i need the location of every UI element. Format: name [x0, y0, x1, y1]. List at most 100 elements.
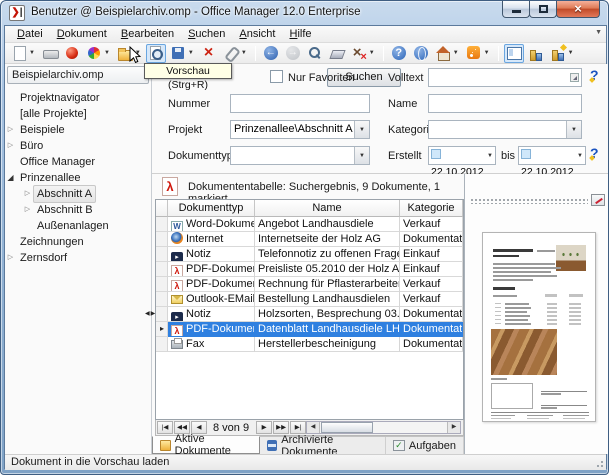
web-button[interactable]	[411, 44, 431, 63]
dropdown-arrow-icon[interactable]: ▼	[566, 50, 575, 56]
new-document-button[interactable]: ▼	[9, 44, 38, 63]
date-checkbox-icon[interactable]	[431, 149, 441, 159]
nav-last-button[interactable]: ▶|	[290, 421, 306, 434]
favorites-checkbox[interactable]	[270, 70, 283, 83]
tree-item-office-manager[interactable]: Office Manager	[5, 154, 151, 170]
erstellt-bis-datepicker[interactable]: 22.10.2012 ▼	[518, 146, 586, 165]
nummer-input[interactable]	[230, 94, 370, 113]
menu-item-dokument[interactable]: Dokument	[50, 27, 114, 42]
nav-first-button[interactable]: |◀	[157, 421, 173, 434]
search-button[interactable]	[305, 44, 325, 63]
maximize-button[interactable]	[529, 1, 557, 18]
delete-button[interactable]	[199, 44, 219, 63]
table-row[interactable]: λPDF-DokumentPreisliste 05.2010 der Holz…	[156, 262, 463, 277]
scrollbar-thumb[interactable]	[321, 422, 373, 433]
tree-item-au-enanlagen[interactable]: Außenanlagen	[5, 218, 151, 234]
table-row[interactable]: FaxHerstellerbescheinigungDokumentation	[156, 337, 463, 352]
sort-button[interactable]	[526, 44, 546, 63]
dokumenttyp-combobox[interactable]: ▼	[230, 146, 370, 165]
table-row[interactable]: λPDF-DokumentRechnung für Pflasterarbeit…	[156, 277, 463, 292]
menu-item-bearbeiten[interactable]: Bearbeiten	[114, 27, 181, 42]
table-row[interactable]: ▸NotizTelefonnotiz zu offenen FragenEink…	[156, 247, 463, 262]
tree-item-prinzenallee[interactable]: ◢Prinzenallee	[5, 170, 151, 186]
menu-item-ansicht[interactable]: Ansicht	[232, 27, 282, 42]
home-button[interactable]: ▼	[433, 44, 462, 63]
dropdown-arrow-icon[interactable]: ▼	[239, 50, 248, 56]
date-checkbox-icon[interactable]	[521, 149, 531, 159]
launch-button[interactable]	[62, 44, 82, 63]
horizontal-scrollbar[interactable]: ◀ ▶	[306, 421, 461, 434]
back-button[interactable]	[261, 44, 281, 63]
splitter-collapse-icon[interactable]: ◀▶	[145, 310, 156, 317]
tree-item-abschnitt-b[interactable]: ▷Abschnitt B	[5, 202, 151, 218]
scroll-right-icon[interactable]: ▶	[447, 422, 460, 433]
preview-button[interactable]	[146, 44, 166, 63]
projekt-combobox[interactable]: Prinzenallee\Abschnitt A ▼	[230, 120, 370, 139]
tree-item-abschnitt-a[interactable]: ▷Abschnitt A	[5, 186, 151, 202]
tree-item-zernsdorf[interactable]: ▷Zernsdorf	[5, 250, 151, 266]
dropdown-arrow-icon[interactable]: ▼	[186, 50, 195, 56]
dropdown-arrow-icon[interactable]: ▼	[102, 50, 111, 56]
pin-icon[interactable]	[591, 194, 605, 206]
table-row[interactable]: WWord-DokumentAngebot LandhausdieleVerka…	[156, 217, 463, 232]
menu-item-suchen[interactable]: Suchen	[181, 27, 232, 42]
chevron-down-icon[interactable]: ▼	[566, 121, 581, 138]
nav-next-page-button[interactable]: ▶▶	[273, 421, 289, 434]
kategorie-combobox[interactable]: ▼	[428, 120, 582, 139]
menu-overflow-icon[interactable]: ▼	[595, 29, 602, 36]
minimize-button[interactable]	[502, 1, 530, 18]
dropdown-arrow-icon[interactable]: ▼	[451, 50, 460, 56]
tree-expander-icon[interactable]: ▷	[5, 122, 16, 138]
tree-expander-icon[interactable]: ▷	[22, 202, 33, 218]
tree-item-beispiele[interactable]: ▷Beispiele	[5, 122, 151, 138]
tree-expander-icon[interactable]: ▷	[5, 138, 16, 154]
close-button[interactable]: ×	[556, 1, 600, 18]
dropdown-arrow-icon[interactable]: ▼	[482, 50, 491, 56]
resize-grip[interactable]	[594, 458, 604, 468]
chevron-down-icon[interactable]: ▼	[487, 147, 493, 165]
color-categories-button[interactable]: ▼	[84, 44, 113, 63]
help-button[interactable]	[389, 44, 409, 63]
layout-panels-button[interactable]	[504, 44, 524, 63]
volltext-input[interactable]	[428, 68, 582, 87]
tree-expander-icon[interactable]: ▷	[5, 250, 16, 266]
menu-item-datei[interactable]: Datei	[10, 27, 50, 42]
tab-archivierte-dokumente[interactable]: Archivierte Dokumente	[260, 437, 386, 454]
nav-next-button[interactable]: ▶	[256, 421, 272, 434]
remove-filter-button[interactable]: ▼	[349, 44, 378, 63]
volltext-options-icon[interactable]	[570, 73, 579, 82]
dropdown-arrow-icon[interactable]: ▼	[27, 50, 36, 56]
tree-item-b-ro[interactable]: ▷Büro	[5, 138, 151, 154]
help-icon[interactable]: ?	[590, 67, 604, 83]
archive-file-header[interactable]: Beispielarchiv.omp	[7, 66, 149, 84]
chevron-down-icon[interactable]: ▼	[577, 147, 583, 165]
name-input[interactable]	[428, 94, 582, 113]
attach-button[interactable]: ▼	[221, 44, 250, 63]
tree-root[interactable]: Projektnavigator	[5, 90, 151, 106]
clear-button[interactable]	[327, 44, 347, 63]
preview-splitter-grip[interactable]	[470, 198, 588, 204]
sort-options-button[interactable]: ▼	[548, 44, 577, 63]
chevron-down-icon[interactable]: ▼	[354, 121, 369, 138]
column-header-dokumenttyp[interactable]: Dokumenttyp	[168, 200, 255, 217]
chevron-down-icon[interactable]: ▼	[354, 147, 369, 164]
tree-item-zeichnungen[interactable]: Zeichnungen	[5, 234, 151, 250]
save-button[interactable]: ▼	[168, 44, 197, 63]
column-header-kategorie[interactable]: Kategorie	[400, 200, 463, 217]
tab-aktive-dokumente[interactable]: Aktive Dokumente	[152, 436, 260, 454]
table-row[interactable]: ▸NotizHolzsorten, Besprechung 03.07.2010…	[156, 307, 463, 322]
rss-feed-button[interactable]: ▼	[464, 44, 493, 63]
tab-aufgaben[interactable]: ✓Aufgaben	[386, 437, 464, 454]
table-row[interactable]: InternetInternetseite der Holz AGDokumen…	[156, 232, 463, 247]
table-row[interactable]: ▸λPDF-DokumentDatenblatt Landhausdiele L…	[156, 322, 463, 337]
forward-button[interactable]	[283, 44, 303, 63]
tree-expander-icon[interactable]: ◢	[5, 170, 16, 186]
scroll-left-icon[interactable]: ◀	[307, 422, 320, 433]
menu-item-hilfe[interactable]: Hilfe	[283, 27, 319, 42]
erstellt-von-datepicker[interactable]: 22.10.2012 ▼	[428, 146, 496, 165]
column-header-name[interactable]: Name	[255, 200, 400, 217]
table-row[interactable]: Outlook-EMailBestellung LandhausdielenVe…	[156, 292, 463, 307]
dropdown-arrow-icon[interactable]: ▼	[367, 50, 376, 56]
tree-item--alle-projekte-[interactable]: [alle Projekte]	[5, 106, 151, 122]
scan-button[interactable]	[40, 44, 60, 63]
